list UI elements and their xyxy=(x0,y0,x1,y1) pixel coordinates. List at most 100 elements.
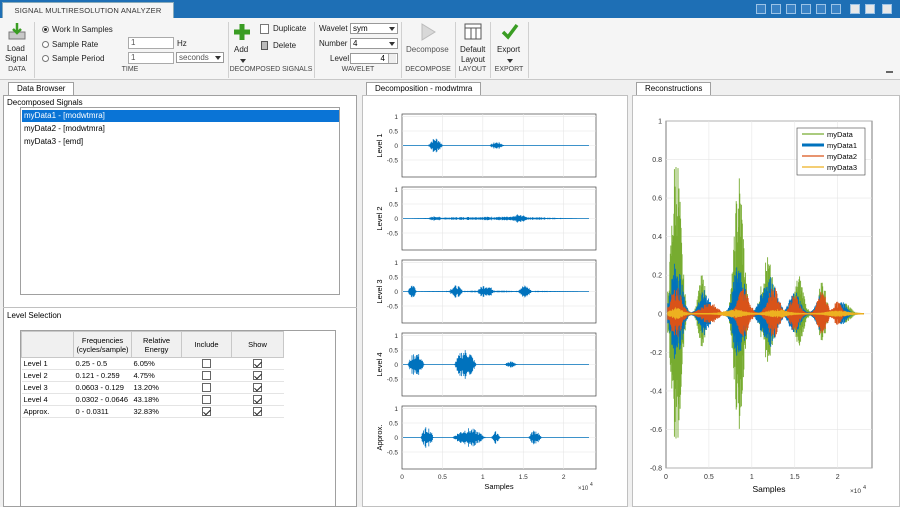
show-cell xyxy=(231,405,284,418)
include-checkbox[interactable] xyxy=(202,383,211,393)
work-in-samples-radio[interactable] xyxy=(42,26,49,33)
delete-button[interactable]: Delete xyxy=(260,40,310,52)
show-cell xyxy=(231,381,284,394)
app-tab[interactable]: SIGNAL MULTIRESOLUTION ANALYZER xyxy=(2,2,174,18)
period-unit-dropdown[interactable]: seconds xyxy=(176,52,224,63)
tab-data-browser[interactable]: Data Browser xyxy=(8,82,75,95)
show-cell xyxy=(231,393,284,406)
tab-decomposition[interactable]: Decomposition - modwtmra xyxy=(366,82,482,95)
section-data: DATA xyxy=(8,66,26,73)
trash-icon xyxy=(261,41,268,50)
col-header-show[interactable]: Show xyxy=(231,331,284,358)
level-spinner[interactable]: 4 xyxy=(350,53,398,64)
sample-period-radio[interactable] xyxy=(42,55,49,62)
help-icon[interactable] xyxy=(865,4,875,14)
y-tick-label: -0.2 xyxy=(650,350,662,357)
exponent-power-label: 4 xyxy=(863,485,866,491)
y-tick-label: 1 xyxy=(394,260,398,267)
y-tick-label: -0.8 xyxy=(650,466,662,473)
col-header-include[interactable]: Include xyxy=(181,331,232,358)
show-checkbox[interactable] xyxy=(253,383,262,393)
show-checkbox[interactable] xyxy=(253,407,262,417)
y-tick-label: -0.5 xyxy=(387,303,399,310)
sample-period-input[interactable]: 1 xyxy=(128,52,174,64)
sample-rate-radio[interactable] xyxy=(42,41,49,48)
include-checkbox[interactable] xyxy=(202,395,211,405)
y-tick-label: 0 xyxy=(394,289,398,296)
x-tick-label: 1.5 xyxy=(790,474,800,481)
legend-entry: myData2 xyxy=(827,152,857,161)
add-icon xyxy=(234,24,250,40)
section-decomposed: DECOMPOSED SIGNALS xyxy=(229,66,313,73)
y-tick-label: 1 xyxy=(394,187,398,194)
delete-label: Delete xyxy=(273,41,297,50)
export-button[interactable]: Export xyxy=(494,22,526,66)
x-tick-label: 0 xyxy=(400,474,404,481)
exponent-label: ×10 xyxy=(850,488,861,495)
number-label: Number xyxy=(319,39,348,48)
minimize-icon[interactable] xyxy=(850,4,860,14)
cut-icon[interactable] xyxy=(771,4,781,14)
signal-list-item[interactable]: myData2 - [modwtmra] xyxy=(22,123,339,135)
y-tick-label: -0.5 xyxy=(387,376,399,383)
y-tick-label: 0 xyxy=(658,311,662,318)
y-tick-label: 0.5 xyxy=(389,129,398,136)
reconstructions-plot[interactable]: 10.80.60.40.20-0.2-0.4-0.6-0.80 0.5 1 1.5 2S… xyxy=(632,96,900,506)
x-tick-label: 1 xyxy=(481,474,485,481)
x-tick-label: 0.5 xyxy=(704,474,714,481)
default-layout-button[interactable]: Default Layout xyxy=(458,22,488,66)
table-row: Level 4 0.0302 - 0.0646 43.18% xyxy=(21,393,284,406)
show-checkbox[interactable] xyxy=(253,359,262,369)
level-selection-label: Level Selection xyxy=(7,311,62,320)
paste-icon[interactable] xyxy=(801,4,811,14)
show-checkbox[interactable] xyxy=(253,395,262,405)
redo-icon[interactable] xyxy=(831,4,841,14)
copy-icon[interactable] xyxy=(786,4,796,14)
add-button[interactable]: Add xyxy=(232,22,252,66)
chevron-down-icon xyxy=(215,56,221,60)
col-header-energy[interactable]: Relative Energy xyxy=(131,331,182,358)
y-tick-label: 0 xyxy=(394,216,398,223)
save-icon[interactable] xyxy=(756,4,766,14)
include-checkbox[interactable] xyxy=(202,371,211,381)
load-signal-button[interactable]: Load Signal xyxy=(3,22,31,66)
collapse-ribbon-icon[interactable] xyxy=(886,67,893,73)
level-cell: Approx. xyxy=(21,405,74,418)
expand-icon[interactable] xyxy=(882,4,892,14)
wavelet-dropdown[interactable]: sym xyxy=(350,23,398,34)
export-dropdown-icon xyxy=(507,59,513,63)
tab-reconstructions[interactable]: Reconstructions xyxy=(636,82,712,95)
energy-cell: 6.05% xyxy=(131,357,182,370)
splitter[interactable] xyxy=(3,307,357,308)
col-header-frequencies[interactable]: Frequencies (cycles/sample) xyxy=(73,331,132,358)
section-decompose: DECOMPOSE xyxy=(405,66,451,73)
frequency-cell: 0.0603 - 0.129 xyxy=(73,381,132,394)
include-checkbox[interactable] xyxy=(202,407,211,417)
decomposition-plot[interactable]: 10.50-0.5Level 110.50-0.5Level 210.50-0.… xyxy=(362,96,628,506)
y-tick-label: 0.8 xyxy=(652,157,662,164)
energy-cell: 4.75% xyxy=(131,369,182,382)
y-tick-label: 0 xyxy=(394,435,398,442)
signal-list-item[interactable]: myData1 - [modwtmra] xyxy=(22,110,339,122)
decompose-button[interactable]: Decompose xyxy=(404,22,452,66)
frequency-cell: 0.0302 - 0.0646 xyxy=(73,393,132,406)
duplicate-button[interactable]: Duplicate xyxy=(260,23,310,35)
sample-rate-input[interactable]: 1 xyxy=(128,37,174,49)
wavelet-value: sym xyxy=(353,24,368,33)
level-table: Frequencies (cycles/sample) Relative Ene… xyxy=(21,331,284,418)
include-cell xyxy=(181,369,232,382)
frequency-cell: 0 - 0.0311 xyxy=(73,405,132,418)
y-tick-label: 0 xyxy=(394,143,398,150)
legend-entry: myData xyxy=(827,130,854,139)
table-row: Level 3 0.0603 - 0.129 13.20% xyxy=(21,381,284,394)
duplicate-icon xyxy=(260,24,269,34)
show-checkbox[interactable] xyxy=(253,371,262,381)
include-cell xyxy=(181,381,232,394)
add-dropdown-icon xyxy=(240,59,246,63)
number-dropdown[interactable]: 4 xyxy=(350,38,398,49)
undo-icon[interactable] xyxy=(816,4,826,14)
wavelet-label: Wavelet xyxy=(319,24,348,33)
include-checkbox[interactable] xyxy=(202,359,211,369)
signal-list-item[interactable]: myData3 - [emd] xyxy=(22,136,339,148)
period-unit-value: seconds xyxy=(179,53,209,62)
